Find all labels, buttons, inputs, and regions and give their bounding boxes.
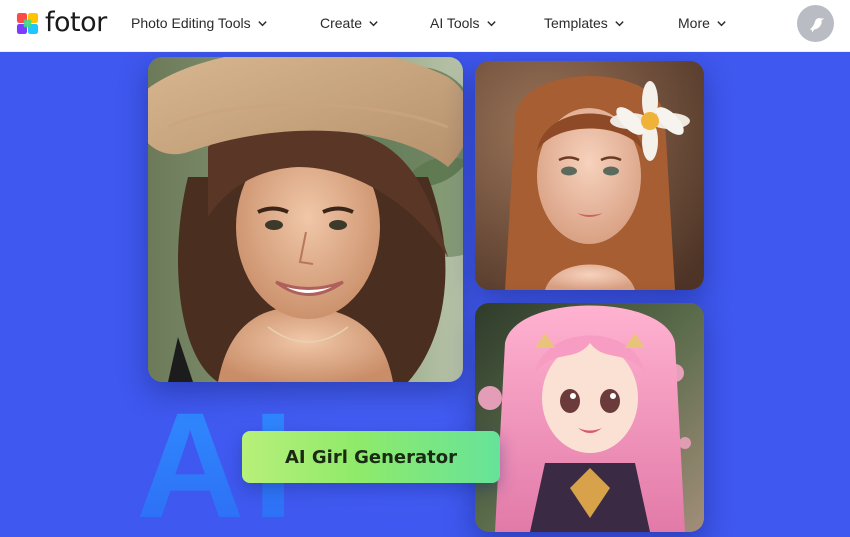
nav-ai-tools[interactable]: AI Tools [430, 14, 497, 32]
user-avatar[interactable] [797, 5, 834, 42]
nav-label: AI Tools [430, 15, 480, 31]
chevron-down-icon [717, 20, 726, 26]
nav-label: Create [320, 15, 363, 31]
photo-anime-girl-pink-hair [475, 303, 704, 532]
photo-woman-sun-hat [148, 57, 463, 382]
chevron-down-icon [486, 20, 496, 26]
nav-create[interactable]: Create [320, 14, 379, 32]
chevron-down-icon [257, 20, 267, 26]
brand-name: fotor [45, 7, 107, 38]
bird-avatar-icon [809, 17, 824, 32]
fotor-logo-icon [16, 12, 39, 34]
nav-label: Photo Editing Tools [131, 15, 251, 31]
nav-templates[interactable]: Templates [544, 14, 625, 32]
hero-banner: AI AI Girl Generator [0, 52, 850, 537]
chevron-down-icon [369, 20, 378, 26]
photo-girl-white-flower [475, 61, 704, 290]
top-navbar: fotor Photo Editing Tools Create AI Tool… [0, 0, 850, 52]
ai-girl-generator-button[interactable]: AI Girl Generator [242, 431, 500, 483]
chevron-down-icon [615, 20, 624, 26]
nav-label: Templates [544, 15, 608, 31]
nav-label: More [678, 15, 710, 31]
nav-photo-editing-tools[interactable]: Photo Editing Tools [131, 14, 268, 32]
fotor-logo[interactable]: fotor [16, 7, 107, 38]
nav-more[interactable]: More [678, 14, 727, 32]
